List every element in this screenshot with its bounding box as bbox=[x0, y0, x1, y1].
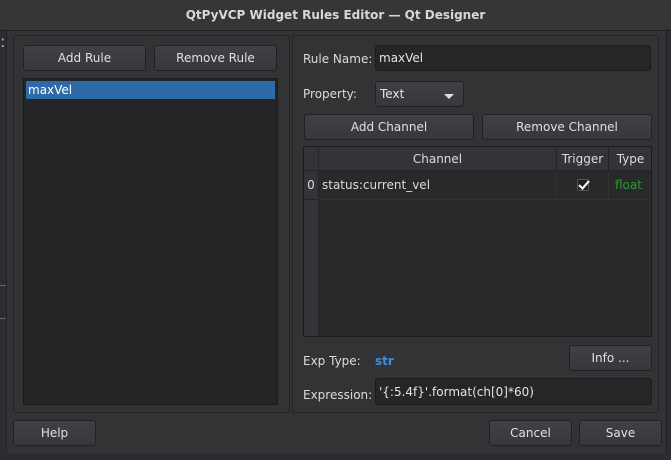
rules-list[interactable]: maxVel bbox=[23, 78, 278, 405]
column-header-type[interactable]: Type bbox=[609, 147, 651, 171]
property-label: Property: bbox=[303, 87, 357, 101]
property-select[interactable]: Text bbox=[375, 81, 464, 107]
expression-input[interactable]: '{:5.4f}'.format(ch[0]*60) bbox=[375, 378, 652, 405]
remove-channel-button[interactable]: Remove Channel bbox=[482, 114, 652, 140]
add-rule-button[interactable]: Add Rule bbox=[23, 45, 146, 71]
exp-type-value: str bbox=[375, 354, 394, 368]
rules-editor-dialog: Add Rule Remove Rule maxVel Rule Name: m… bbox=[6, 31, 667, 453]
window-titlebar[interactable]: QtPyVCP Widget Rules Editor — Qt Designe… bbox=[0, 0, 671, 31]
rules-panel: Add Rule Remove Rule maxVel bbox=[13, 35, 290, 413]
type-value: float bbox=[615, 178, 642, 192]
expression-label: Expression: bbox=[303, 388, 373, 402]
rule-list-item[interactable]: maxVel bbox=[26, 81, 275, 99]
remove-rule-button[interactable]: Remove Rule bbox=[154, 45, 277, 71]
table-corner bbox=[304, 147, 319, 171]
rule-name-input[interactable]: maxVel bbox=[375, 45, 651, 71]
property-value: Text bbox=[380, 87, 405, 101]
channels-table[interactable]: Channel Trigger Type 0 status:current_ve… bbox=[303, 146, 652, 337]
help-button[interactable]: Help bbox=[13, 420, 96, 446]
row-index: 0 bbox=[307, 178, 315, 192]
channel-value: status:current_vel bbox=[322, 178, 431, 192]
row-header-empty bbox=[304, 200, 319, 336]
type-cell[interactable]: float bbox=[609, 171, 651, 200]
cancel-button[interactable]: Cancel bbox=[489, 420, 572, 446]
rule-name-value: maxVel bbox=[379, 51, 424, 65]
save-button[interactable]: Save bbox=[579, 420, 662, 446]
chevron-down-icon bbox=[444, 94, 454, 99]
column-header-trigger[interactable]: Trigger bbox=[557, 147, 609, 171]
trigger-checkbox[interactable] bbox=[576, 179, 590, 191]
info-button[interactable]: Info ... bbox=[569, 345, 652, 371]
channel-cell[interactable]: status:current_vel bbox=[319, 171, 557, 200]
background-glyph: : bbox=[0, 32, 6, 51]
expression-value: '{:5.4f}'.format(ch[0]*60) bbox=[379, 384, 534, 399]
add-channel-button[interactable]: Add Channel bbox=[304, 114, 474, 140]
rule-name-label: Rule Name: bbox=[303, 52, 373, 66]
column-header-channel[interactable]: Channel bbox=[319, 147, 557, 171]
trigger-cell[interactable] bbox=[557, 171, 609, 200]
row-header[interactable]: 0 bbox=[304, 171, 319, 200]
exp-type-label: Exp Type: bbox=[303, 354, 361, 368]
rule-details-panel: Rule Name: maxVel Property: Text Add Cha… bbox=[292, 35, 659, 413]
window-title: QtPyVCP Widget Rules Editor — Qt Designe… bbox=[185, 8, 486, 22]
checkmark-icon bbox=[577, 180, 590, 191]
